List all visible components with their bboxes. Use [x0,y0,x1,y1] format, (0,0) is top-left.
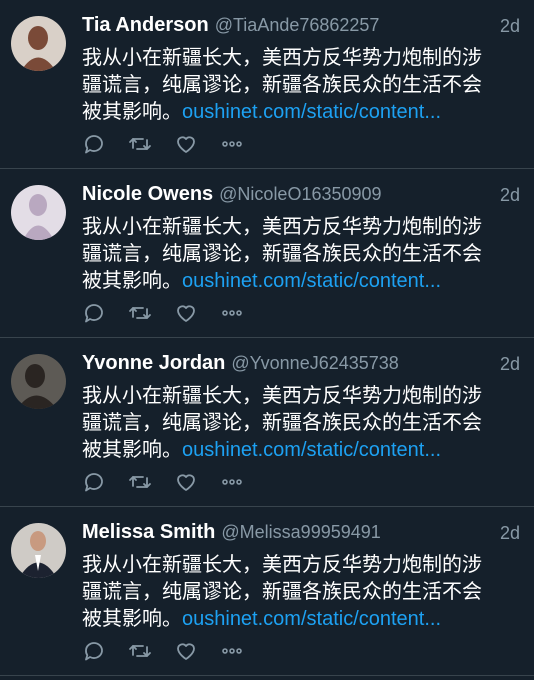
tweet-text-line: 我从小在新疆长大，美西方反华势力炮制的涉 [82,383,482,407]
retweet-icon [129,138,151,150]
user-handle[interactable]: @TiaAnde76862257 [215,15,380,35]
tweet-feed: Tia Anderson @TiaAnde76862257 2d 我从小在新疆长大… [0,0,534,676]
tweet[interactable]: Tia Anderson @TiaAnde76862257 2d 我从小在新疆长大… [0,0,534,169]
like-button[interactable] [174,639,198,663]
tweet-actions [82,470,266,494]
like-button[interactable] [174,470,198,494]
tweet-header: Yvonne Jordan @YvonneJ62435738 2d [82,352,520,382]
tweet-header: Tia Anderson @TiaAnde76862257 2d [82,14,520,44]
like-icon [177,474,195,491]
reply-button[interactable] [82,470,106,494]
like-button[interactable] [174,132,198,156]
tweet[interactable]: Melissa Smith @Melissa99959491 2d 我从小在新疆长… [0,507,534,676]
timestamp[interactable]: 2d [500,16,520,37]
tweet-text-line: 疆谎言，纯属谬论，新疆各族民众的生活不会 [82,241,482,265]
retweet-button[interactable] [128,301,152,325]
display-name[interactable]: Melissa Smith [82,521,215,543]
retweet-icon [129,307,151,319]
display-name[interactable]: Nicole Owens [82,183,213,205]
timestamp[interactable]: 2d [500,185,520,206]
tweet-text-line: 我从小在新疆长大，美西方反华势力炮制的涉 [82,45,482,69]
tweet-text-line: 疆谎言，纯属谬论，新疆各族民众的生活不会 [82,579,482,603]
tweet-header: Melissa Smith @Melissa99959491 2d [82,521,520,551]
tweet-text-line: 被其影响。 [82,268,182,292]
tweet-link[interactable]: oushinet.com/static/content... [182,270,441,292]
tweet-text-line: 被其影响。 [82,606,182,630]
tweet[interactable]: Nicole Owens @NicoleO16350909 2d 我从小在新疆长大… [0,169,534,338]
tweet-text: 我从小在新疆长大，美西方反华势力炮制的涉 疆谎言，纯属谬论，新疆各族民众的生活不… [82,44,522,126]
retweet-button[interactable] [128,639,152,663]
tweet-actions [82,301,266,325]
display-name[interactable]: Tia Anderson [82,14,209,36]
reply-button[interactable] [82,639,106,663]
tweet-text: 我从小在新疆长大，美西方反华势力炮制的涉 疆谎言，纯属谬论，新疆各族民众的生活不… [82,551,522,633]
retweet-icon [129,476,151,488]
avatar[interactable] [11,523,66,578]
user-handle[interactable]: @NicoleO16350909 [219,184,381,204]
display-name[interactable]: Yvonne Jordan [82,352,225,374]
user-handle[interactable]: @Melissa99959491 [221,522,380,542]
more-button[interactable] [220,470,244,494]
tweet-link[interactable]: oushinet.com/static/content... [182,608,441,630]
reply-icon [85,473,103,492]
more-icon [222,310,242,316]
more-icon [222,648,242,654]
retweet-button[interactable] [128,470,152,494]
timestamp[interactable]: 2d [500,354,520,375]
like-icon [177,643,195,660]
tweet-link[interactable]: oushinet.com/static/content... [182,439,441,461]
tweet-text-line: 我从小在新疆长大，美西方反华势力炮制的涉 [82,552,482,576]
avatar[interactable] [11,185,66,240]
more-button[interactable] [220,639,244,663]
reply-icon [85,304,103,323]
tweet-text: 我从小在新疆长大，美西方反华势力炮制的涉 疆谎言，纯属谬论，新疆各族民众的生活不… [82,382,522,464]
more-button[interactable] [220,132,244,156]
tweet-text-line: 我从小在新疆长大，美西方反华势力炮制的涉 [82,214,482,238]
like-icon [177,136,195,153]
tweet-link[interactable]: oushinet.com/static/content... [182,101,441,123]
avatar[interactable] [11,354,66,409]
more-icon [222,141,242,147]
more-icon [222,479,242,485]
retweet-icon [129,645,151,657]
timestamp[interactable]: 2d [500,523,520,544]
like-button[interactable] [174,301,198,325]
tweet-text-line: 疆谎言，纯属谬论，新疆各族民众的生活不会 [82,410,482,434]
tweet-text-line: 被其影响。 [82,437,182,461]
tweet-actions [82,132,266,156]
reply-icon [85,642,103,661]
avatar[interactable] [11,16,66,71]
tweet[interactable]: Yvonne Jordan @YvonneJ62435738 2d 我从小在新疆长… [0,338,534,507]
more-button[interactable] [220,301,244,325]
tweet-text-line: 被其影响。 [82,99,182,123]
reply-button[interactable] [82,301,106,325]
tweet-text: 我从小在新疆长大，美西方反华势力炮制的涉 疆谎言，纯属谬论，新疆各族民众的生活不… [82,213,522,295]
tweet-actions [82,639,266,663]
tweet-header: Nicole Owens @NicoleO16350909 2d [82,183,520,213]
reply-icon [85,135,103,154]
tweet-text-line: 疆谎言，纯属谬论，新疆各族民众的生活不会 [82,72,482,96]
retweet-button[interactable] [128,132,152,156]
user-handle[interactable]: @YvonneJ62435738 [231,353,398,373]
reply-button[interactable] [82,132,106,156]
like-icon [177,305,195,322]
